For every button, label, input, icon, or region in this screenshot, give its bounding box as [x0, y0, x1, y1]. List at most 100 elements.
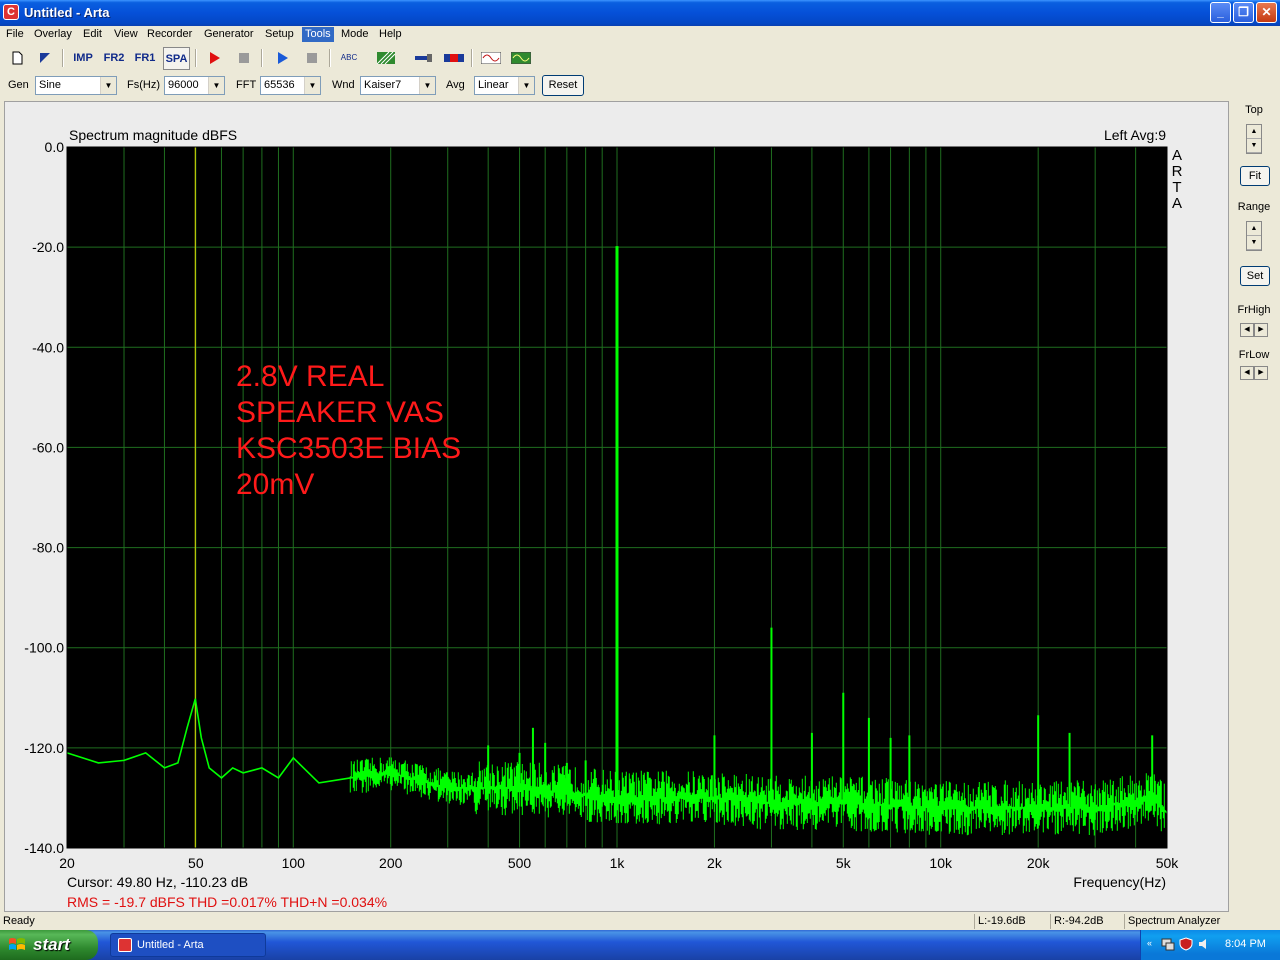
set-button[interactable]: Set [1240, 266, 1270, 286]
averaging-select[interactable]: Linear ▼ [474, 76, 535, 95]
level-bar-icon[interactable] [442, 47, 465, 70]
x-tick-label: 10k [929, 855, 953, 871]
x-axis-label: Frequency(Hz) [1073, 874, 1166, 890]
spin-down-icon[interactable]: ▼ [1247, 139, 1261, 153]
spectrum-plot-panel: Spectrum magnitude dBFS Left Avg:9 A R T… [4, 101, 1229, 912]
clock[interactable]: 8:04 PM [1225, 938, 1266, 950]
frhigh-spinner[interactable]: ◀ ▶ [1240, 322, 1270, 338]
arrow-right-icon[interactable]: ▶ [1254, 366, 1268, 380]
frlow-label: FrLow [1238, 349, 1270, 361]
measurement-readout: RMS = -19.7 dBFS THD =0.017% THD+N =0.03… [67, 894, 387, 910]
status-mode: Spectrum Analyzer [1124, 914, 1264, 929]
sine-wave-icon[interactable] [479, 47, 502, 70]
start-button[interactable]: start [0, 930, 98, 960]
spin-up-icon[interactable]: ▲ [1247, 222, 1261, 236]
security-shield-icon[interactable] [1179, 937, 1193, 951]
fr2-mode-button[interactable]: FR2 [101, 47, 127, 70]
status-right-level: R:-94.2dB [1050, 914, 1124, 929]
x-tick-label: 100 [282, 855, 306, 871]
grid-pattern-icon[interactable] [374, 47, 397, 70]
annotation-line: 20mV [236, 468, 314, 501]
minimize-button[interactable]: _ [1210, 2, 1231, 23]
stop-icon[interactable] [232, 47, 255, 70]
menu-generator[interactable]: Generator [201, 28, 257, 40]
close-button[interactable]: ✕ [1256, 2, 1277, 23]
abc-weighting-icon[interactable]: ABC [336, 47, 362, 70]
y-tick-label: -40.0 [32, 339, 64, 355]
maximize-button[interactable]: ❐ [1233, 2, 1254, 23]
toolbar-separator [329, 49, 331, 67]
y-tick-label: -140.0 [24, 840, 64, 856]
fft-size-select[interactable]: 65536 ▼ [260, 76, 321, 95]
spin-up-icon[interactable]: ▲ [1247, 125, 1261, 139]
volume-icon[interactable] [1197, 937, 1211, 951]
record-play-icon[interactable] [202, 47, 225, 70]
menu-view[interactable]: View [111, 28, 141, 40]
tray-expand-icon[interactable]: « [1147, 938, 1152, 948]
chevron-down-icon[interactable]: ▼ [208, 77, 224, 94]
toolbar-separator [471, 49, 473, 67]
impulse-mode-button[interactable]: IMP [70, 47, 96, 70]
stop-gray-icon[interactable] [300, 47, 323, 70]
toolbar-separator [195, 49, 197, 67]
taskbar-item-arta[interactable]: Untitled - Arta [110, 933, 266, 957]
frhigh-label: FrHigh [1237, 304, 1271, 316]
settings-toolbar: Gen Sine ▼ Fs(Hz) 96000 ▼ FFT 65536 ▼ Wn… [0, 73, 1280, 98]
y-tick-label: -60.0 [32, 439, 64, 455]
y-tick-label: -120.0 [24, 740, 64, 756]
menu-overlay[interactable]: Overlay [31, 28, 75, 40]
menu-file[interactable]: File [3, 28, 27, 40]
chevron-down-icon[interactable]: ▼ [304, 77, 320, 94]
generator-select[interactable]: Sine ▼ [35, 76, 117, 95]
top-label: Top [1245, 104, 1263, 116]
toolbar-separator [261, 49, 263, 67]
sample-rate-select[interactable]: 96000 ▼ [164, 76, 225, 95]
fs-label: Fs(Hz) [127, 79, 160, 91]
menu-mode[interactable]: Mode [338, 28, 372, 40]
x-tick-label: 200 [379, 855, 403, 871]
system-tray: « 8:04 PM [1140, 930, 1280, 960]
spectrum-chart[interactable]: Spectrum magnitude dBFS Left Avg:9 A R T… [5, 102, 1230, 913]
menu-tools[interactable]: Tools [302, 27, 334, 42]
chevron-down-icon[interactable]: ▼ [419, 77, 435, 94]
frlow-spinner[interactable]: ◀ ▶ [1240, 365, 1270, 381]
range-spinner[interactable]: ▲ ▼ [1246, 221, 1262, 251]
sample-rate-value: 96000 [168, 79, 199, 91]
probe-icon[interactable] [412, 47, 435, 70]
play-icon[interactable] [270, 47, 293, 70]
menu-edit[interactable]: Edit [80, 28, 105, 40]
taskbar-item-label: Untitled - Arta [137, 939, 204, 951]
main-toolbar: IMP FR2 FR1 SPA ABC [0, 45, 1280, 73]
chart-title: Spectrum magnitude dBFS [69, 127, 237, 143]
status-left-level: L:-19.6dB [974, 914, 1050, 929]
spin-down-icon[interactable]: ▼ [1247, 236, 1261, 250]
y-tick-label: -100.0 [24, 640, 64, 656]
new-file-icon[interactable] [5, 47, 28, 70]
arrow-left-icon[interactable]: ◀ [1240, 323, 1254, 337]
scope-wave-icon[interactable] [509, 47, 532, 70]
reset-button[interactable]: Reset [542, 75, 584, 96]
avg-label: Avg [446, 79, 465, 91]
fit-button[interactable]: Fit [1240, 166, 1270, 186]
menu-setup[interactable]: Setup [262, 28, 297, 40]
gen-label: Gen [8, 79, 29, 91]
arrow-right-icon[interactable]: ▶ [1254, 323, 1268, 337]
menu-help[interactable]: Help [376, 28, 405, 40]
title-bar[interactable]: C Untitled - Arta _ ❐ ✕ [0, 0, 1280, 26]
top-spinner[interactable]: ▲ ▼ [1246, 124, 1262, 154]
window-label: Wnd [332, 79, 355, 91]
open-file-icon[interactable] [33, 47, 56, 70]
x-tick-label: 50k [1156, 855, 1180, 871]
fr1-mode-button[interactable]: FR1 [132, 47, 158, 70]
menu-bar: File Overlay Edit View Recorder Generato… [0, 26, 1280, 44]
chevron-down-icon[interactable]: ▼ [100, 77, 116, 94]
watermark-letter: A [1172, 195, 1182, 212]
window-select[interactable]: Kaiser7 ▼ [360, 76, 436, 95]
chevron-down-icon[interactable]: ▼ [518, 77, 534, 94]
menu-recorder[interactable]: Recorder [144, 28, 195, 40]
x-tick-label: 2k [707, 855, 723, 871]
arta-app-icon[interactable]: C [3, 4, 19, 20]
spa-mode-button[interactable]: SPA [163, 47, 190, 70]
arrow-left-icon[interactable]: ◀ [1240, 366, 1254, 380]
network-icon[interactable] [1161, 937, 1175, 951]
